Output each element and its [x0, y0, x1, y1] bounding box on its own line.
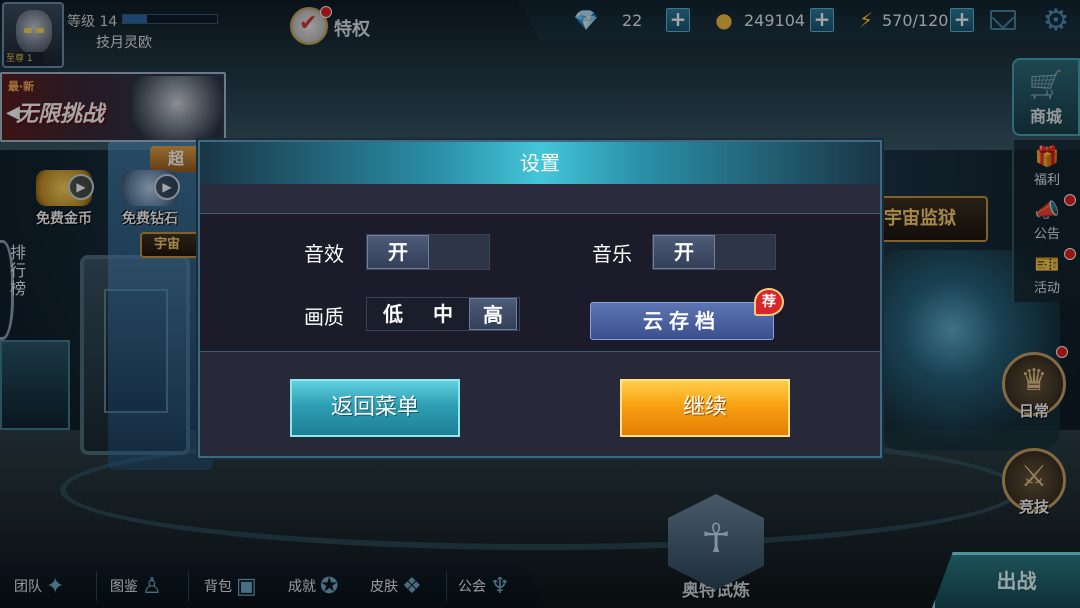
back-to-menu-button[interactable]: 返回菜单: [290, 379, 460, 437]
settings-title: 设置: [200, 142, 880, 184]
sound-effects-label: 音效: [304, 242, 344, 266]
quality-medium[interactable]: 中: [419, 298, 467, 330]
sound-effects-toggle[interactable]: 开: [366, 234, 490, 270]
graphics-quality-selector: 低 中 高: [366, 297, 520, 331]
recommended-badge: 荐: [754, 288, 784, 316]
settings-actions: 返回菜单 继续: [200, 353, 880, 456]
music-toggle[interactable]: 开: [652, 234, 776, 270]
settings-options: 音效 开 音乐 开 画质 低 中 高 云存档 荐: [200, 214, 880, 352]
graphics-quality-label: 画质: [304, 305, 344, 329]
cloud-save-button[interactable]: 云存档: [590, 302, 774, 340]
music-on: 开: [653, 235, 715, 269]
music-label: 音乐: [592, 242, 632, 266]
settings-dialog: 设置 音效 开 音乐 开 画质 低 中 高 云存档 荐 返回菜单 继续: [198, 140, 882, 458]
continue-button[interactable]: 继续: [620, 379, 790, 437]
quality-low[interactable]: 低: [369, 298, 417, 330]
quality-high[interactable]: 高: [469, 298, 517, 330]
sound-effects-on: 开: [367, 235, 429, 269]
settings-header-strip: [200, 184, 880, 214]
